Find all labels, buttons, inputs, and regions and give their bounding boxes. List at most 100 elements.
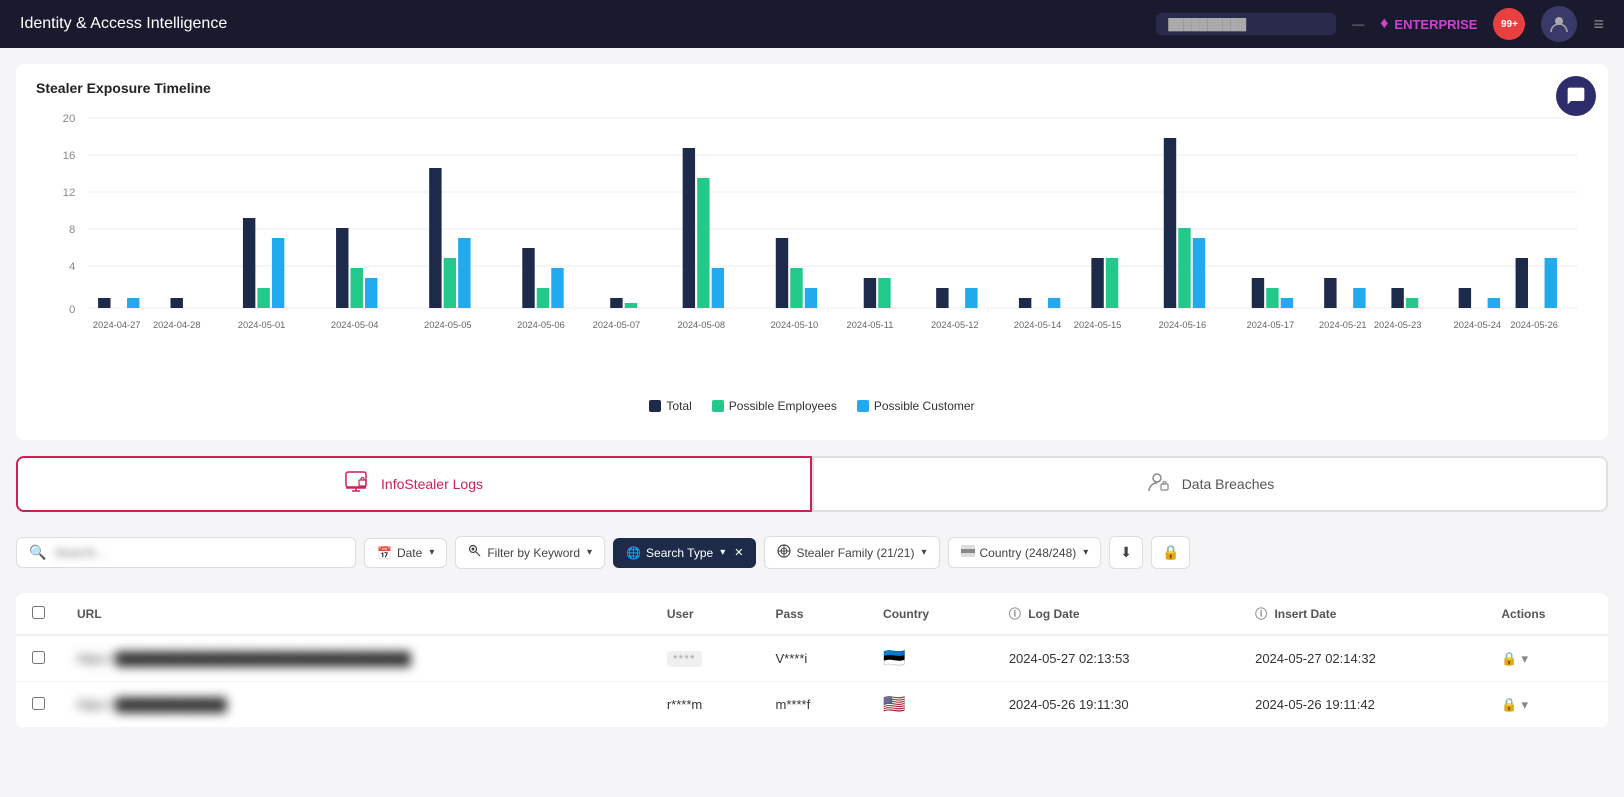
search-icon: 🔍 bbox=[29, 544, 46, 561]
table-section: URL User Pass Country ⓘ Log Date ⓘ Inser… bbox=[16, 593, 1608, 728]
row-country: 🇺🇸 bbox=[867, 682, 993, 728]
table-row: https://████████████ r****m m****f 🇺🇸 20… bbox=[16, 682, 1608, 728]
chart-title: Stealer Exposure Timeline bbox=[36, 80, 1588, 96]
row-pass: m****f bbox=[760, 682, 868, 728]
chevron-down-icon: ▾ bbox=[429, 547, 434, 558]
filter-keyword-button[interactable]: Filter by Keyword ▾ bbox=[455, 536, 605, 569]
svg-text:2024-05-21: 2024-05-21 bbox=[1319, 320, 1367, 330]
svg-text:2024-05-01: 2024-05-01 bbox=[238, 320, 286, 330]
row-action-button[interactable]: 🔒 ▾ bbox=[1501, 651, 1528, 667]
row-insert-date: 2024-05-26 19:11:42 bbox=[1239, 682, 1485, 728]
desktop-lock-icon bbox=[345, 471, 371, 498]
close-icon[interactable]: ✕ bbox=[734, 546, 743, 559]
svg-text:16: 16 bbox=[63, 150, 76, 162]
svg-text:2024-05-11: 2024-05-11 bbox=[847, 320, 894, 330]
row-action-button[interactable]: 🔒 ▾ bbox=[1501, 697, 1528, 713]
svg-text:2024-05-04: 2024-05-04 bbox=[331, 320, 379, 330]
filters-row: 🔍 📅 Date ▾ Filter by Keyword ▾ 🌐 Search … bbox=[16, 524, 1608, 581]
svg-text:12: 12 bbox=[63, 187, 76, 199]
row-log-date: 2024-05-26 19:11:30 bbox=[993, 682, 1239, 728]
search-box[interactable]: 🔍 bbox=[16, 537, 356, 568]
chevron-down-icon-sf: ▾ bbox=[921, 547, 926, 558]
filter-icon bbox=[468, 544, 482, 561]
notification-button[interactable]: 99+ bbox=[1493, 8, 1525, 40]
legend-total: Total bbox=[649, 399, 691, 413]
svg-text:8: 8 bbox=[69, 224, 75, 236]
lock-button[interactable]: 🔒 bbox=[1151, 536, 1190, 569]
row-log-date: 2024-05-27 02:13:53 bbox=[993, 635, 1239, 682]
table-header-country: Country bbox=[867, 593, 993, 635]
lock-icon: 🔒 bbox=[1162, 544, 1179, 561]
row-checkbox[interactable] bbox=[32, 651, 45, 664]
svg-text:2024-05-17: 2024-05-17 bbox=[1247, 320, 1295, 330]
chevron-down-icon-co: ▾ bbox=[1083, 547, 1088, 558]
tab-databreaches[interactable]: Data Breaches bbox=[812, 456, 1608, 512]
user-avatar[interactable] bbox=[1541, 6, 1577, 42]
row-url: https://████████████████████████████████ bbox=[61, 635, 651, 682]
tabs-section: InfoStealer Logs Data Breaches bbox=[16, 456, 1608, 512]
info-icon-2: ⓘ bbox=[1255, 607, 1267, 621]
table-header-pass: Pass bbox=[760, 593, 868, 635]
row-user: **** bbox=[651, 635, 760, 682]
svg-text:0: 0 bbox=[69, 304, 75, 316]
table-header-log-date: ⓘ Log Date bbox=[993, 593, 1239, 635]
calendar-icon: 📅 bbox=[377, 546, 392, 560]
chart-legend: Total Possible Employees Possible Custom… bbox=[36, 399, 1588, 413]
svg-text:20: 20 bbox=[63, 113, 76, 125]
diamond-icon: ♦ bbox=[1380, 15, 1388, 33]
tab-infostealer[interactable]: InfoStealer Logs bbox=[16, 456, 812, 512]
table-header-insert-date: ⓘ Insert Date bbox=[1239, 593, 1485, 635]
row-url: https://████████████ bbox=[61, 682, 651, 728]
search-input[interactable] bbox=[54, 545, 343, 560]
row-pass: V****i bbox=[760, 635, 868, 682]
info-icon: ⓘ bbox=[1009, 607, 1021, 621]
svg-text:2024-05-06: 2024-05-06 bbox=[517, 320, 565, 330]
download-icon: ⬇ bbox=[1120, 544, 1132, 561]
legend-employees: Possible Employees bbox=[712, 399, 837, 413]
top-nav: Identity & Access Intelligence █████████… bbox=[0, 0, 1624, 48]
row-checkbox-cell bbox=[16, 682, 61, 728]
table-header-url: URL bbox=[61, 593, 651, 635]
row-actions: 🔒 ▾ bbox=[1485, 682, 1608, 728]
select-all-checkbox[interactable] bbox=[32, 606, 45, 619]
flag-icon bbox=[961, 545, 975, 560]
stealer-family-button[interactable]: Stealer Family (21/21) ▾ bbox=[764, 536, 939, 569]
svg-text:2024-05-12: 2024-05-12 bbox=[931, 320, 979, 330]
user-lock-icon bbox=[1146, 471, 1172, 498]
row-actions: 🔒 ▾ bbox=[1485, 635, 1608, 682]
chevron-small-icon: ▾ bbox=[1522, 651, 1529, 667]
search-type-filter-button[interactable]: 🌐 Search Type ▾ ✕ bbox=[613, 538, 756, 568]
svg-text:4: 4 bbox=[69, 261, 75, 273]
row-insert-date: 2024-05-27 02:14:32 bbox=[1239, 635, 1485, 682]
chart-container: 20 16 12 8 4 0 2024-04-27 2024-04-28 bbox=[36, 108, 1588, 428]
row-checkbox-cell bbox=[16, 635, 61, 682]
chevron-down-icon-kw: ▾ bbox=[587, 547, 592, 558]
legend-employees-dot bbox=[712, 400, 724, 412]
svg-text:2024-05-26: 2024-05-26 bbox=[1510, 320, 1558, 330]
chart-svg: 20 16 12 8 4 0 2024-04-27 2024-04-28 bbox=[36, 108, 1588, 388]
data-table: URL User Pass Country ⓘ Log Date ⓘ Inser… bbox=[16, 593, 1608, 728]
chevron-small-icon-2: ▾ bbox=[1522, 697, 1529, 713]
chevron-down-icon-st: ▾ bbox=[720, 547, 725, 558]
lock-small-icon: 🔒 bbox=[1501, 651, 1517, 667]
stealer-icon bbox=[777, 544, 791, 561]
chart-section: Stealer Exposure Timeline 20 16 12 8 4 0 bbox=[16, 64, 1608, 440]
download-button[interactable]: ⬇ bbox=[1109, 536, 1143, 569]
svg-text:2024-05-24: 2024-05-24 bbox=[1454, 320, 1502, 330]
app-title: Identity & Access Intelligence bbox=[20, 15, 227, 33]
row-checkbox[interactable] bbox=[32, 697, 45, 710]
hamburger-menu[interactable]: ≡ bbox=[1593, 14, 1604, 35]
nav-search[interactable]: ██████████ bbox=[1156, 13, 1336, 35]
svg-text:2024-04-28: 2024-04-28 bbox=[153, 320, 201, 330]
date-filter-button[interactable]: 📅 Date ▾ bbox=[364, 538, 447, 568]
row-country: 🇪🇪 bbox=[867, 635, 993, 682]
svg-text:2024-05-23: 2024-05-23 bbox=[1374, 320, 1422, 330]
table-header-actions: Actions bbox=[1485, 593, 1608, 635]
svg-text:2024-05-08: 2024-05-08 bbox=[678, 320, 726, 330]
table-header-user: User bbox=[651, 593, 760, 635]
lock-small-icon-2: 🔒 bbox=[1501, 697, 1517, 713]
table-row: https://████████████████████████████████… bbox=[16, 635, 1608, 682]
country-filter-button[interactable]: Country (248/248) ▾ bbox=[948, 537, 1102, 568]
svg-text:2024-05-16: 2024-05-16 bbox=[1159, 320, 1207, 330]
table-header-checkbox bbox=[16, 593, 61, 635]
